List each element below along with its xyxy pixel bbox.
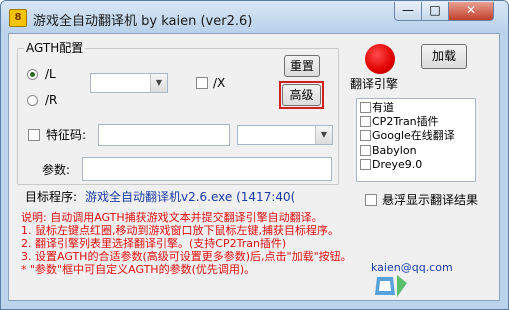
engine-label: Google在线翻译 bbox=[372, 129, 455, 142]
close-button[interactable]: ✕ bbox=[448, 2, 494, 21]
radio-r[interactable] bbox=[27, 95, 38, 106]
translation-engine-legend: 翻译引擎 bbox=[348, 77, 401, 91]
instructions-line: 2. 翻译引擎列表里选择翻译引擎。(支持CP2Tran插件) bbox=[21, 237, 287, 250]
radio-l-label: /L bbox=[45, 67, 56, 81]
chevron-down-icon: ▼ bbox=[150, 74, 167, 92]
agth-config-legend: AGTH配置 bbox=[24, 41, 86, 55]
window-title: 游戏全自动翻译机 by kaien (ver2.6) bbox=[33, 14, 253, 29]
engine-checkbox[interactable] bbox=[360, 145, 371, 156]
translation-engine-group: 翻译引擎 有道 CP2Tran插件 Google在线翻译 Babylon Dre… bbox=[347, 77, 495, 189]
x-checkbox-label: /X bbox=[213, 76, 226, 90]
engine-checkbox[interactable] bbox=[360, 116, 371, 127]
params-label: 参数: bbox=[42, 163, 71, 177]
float-display-label: 悬浮显示翻译结果 bbox=[382, 193, 479, 207]
params-input[interactable] bbox=[82, 157, 332, 181]
instructions-line: 说明: 自动调用AGTH捕获游戏文本并提交翻译引擎自动翻译。 bbox=[21, 211, 323, 224]
engine-item-dreye[interactable]: Dreye9.0 bbox=[360, 158, 422, 172]
chevron-down-icon: ▼ bbox=[315, 126, 332, 144]
engine-label: 有道 bbox=[372, 101, 394, 114]
feature-code-checkbox[interactable] bbox=[28, 129, 40, 141]
watermark-logo bbox=[375, 275, 407, 297]
instructions-line: 3. 设置AGTH的合适参数(高级可设置更多参数)后,点击"加载"按钮。 bbox=[21, 250, 352, 263]
engine-checkbox[interactable] bbox=[360, 102, 371, 113]
engine-list[interactable]: 有道 CP2Tran插件 Google在线翻译 Babylon Dreye9.0 bbox=[356, 98, 476, 182]
app-window: 8 游戏全自动翻译机 by kaien (ver2.6) — □ ✕ AGTH配… bbox=[0, 0, 509, 310]
agth-option-dropdown[interactable]: ▼ bbox=[90, 73, 168, 93]
load-button[interactable]: 加载 bbox=[421, 44, 467, 69]
float-display-checkbox[interactable] bbox=[365, 194, 377, 206]
radio-r-label: /R bbox=[45, 93, 58, 107]
x-checkbox[interactable] bbox=[196, 77, 208, 89]
client-area: AGTH配置 /L ▼ /X /R 特征码: ▼ 参数: 重置 高级 加载 翻译… bbox=[8, 33, 500, 301]
engine-item-cp2tran[interactable]: CP2Tran插件 bbox=[360, 115, 439, 129]
reset-button[interactable]: 重置 bbox=[284, 55, 320, 77]
engine-item-youdao[interactable]: 有道 bbox=[360, 101, 394, 115]
target-program-label: 目标程序: bbox=[25, 190, 78, 204]
feature-code-dropdown[interactable]: ▼ bbox=[237, 125, 333, 145]
engine-item-babylon[interactable]: Babylon bbox=[360, 144, 417, 158]
feature-code-label: 特征码: bbox=[46, 128, 87, 142]
instructions-line: * "参数"框中可自定义AGTH的参数(优先调用)。 bbox=[21, 263, 256, 276]
title-bar[interactable]: 8 游戏全自动翻译机 by kaien (ver2.6) — □ ✕ bbox=[1, 1, 508, 33]
maximize-button[interactable]: □ bbox=[421, 2, 449, 21]
instructions-line: 1. 鼠标左键点红圈,移动到游戏窗口放下鼠标左键,捕获目标程序。 bbox=[21, 224, 339, 237]
engine-label: CP2Tran插件 bbox=[372, 115, 439, 128]
radio-l[interactable] bbox=[27, 69, 38, 80]
engine-label: Babylon bbox=[372, 144, 417, 157]
minimize-button[interactable]: — bbox=[394, 2, 422, 21]
engine-checkbox[interactable] bbox=[360, 159, 371, 170]
capture-target-dot[interactable] bbox=[365, 44, 395, 74]
engine-checkbox[interactable] bbox=[360, 130, 371, 141]
target-program-value: 游戏全自动翻译机v2.6.exe (1417:40( bbox=[85, 190, 296, 204]
feature-code-input[interactable] bbox=[98, 124, 230, 146]
engine-label: Dreye9.0 bbox=[372, 158, 423, 171]
advanced-button[interactable]: 高级 bbox=[282, 84, 321, 106]
engine-item-google[interactable]: Google在线翻译 bbox=[360, 129, 455, 143]
app-icon: 8 bbox=[9, 9, 27, 27]
